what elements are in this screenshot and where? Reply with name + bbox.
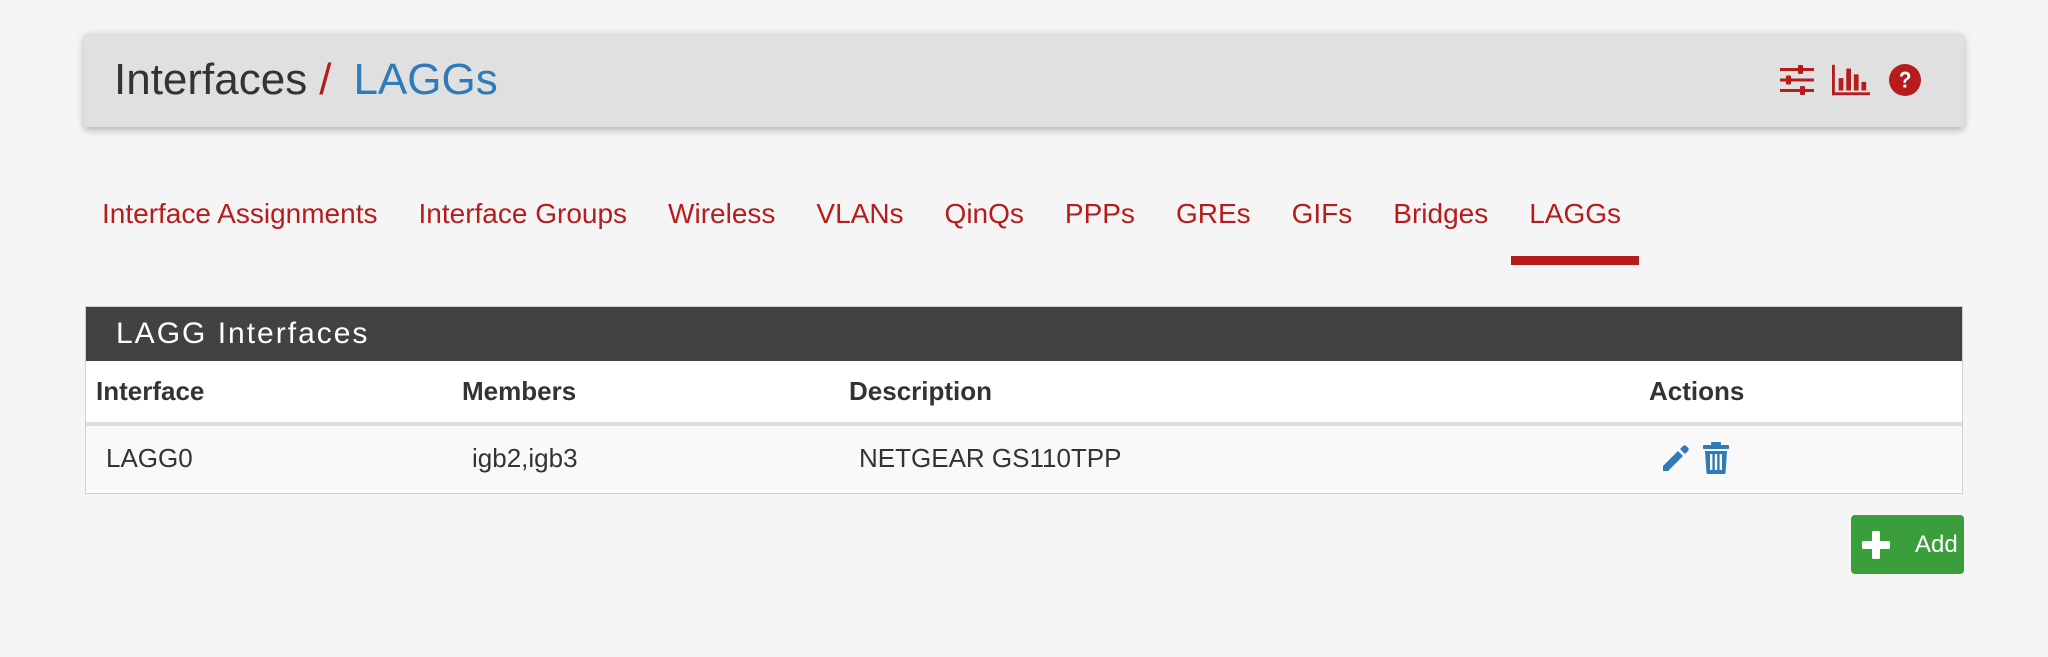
sliders-icon[interactable] [1778,61,1816,99]
cell-description: NETGEAR GS110TPP [839,424,1639,490]
column-header-description: Description [839,361,1639,426]
tab-interface-groups[interactable]: Interface Groups [400,170,645,265]
delete-icon[interactable] [1699,441,1733,475]
bar-chart-icon[interactable] [1832,61,1870,99]
tab-bar: Interface Assignments Interface Groups W… [84,170,1644,265]
column-header-actions: Actions [1639,361,1962,426]
panel-title: LAGG Interfaces [86,307,1962,361]
plus-icon [1861,530,1891,560]
lagg-interfaces-panel: LAGG Interfaces Interface Members Descri… [85,306,1963,494]
add-button-label: Add [1915,530,1958,558]
breadcrumb-current[interactable]: LAGGs [353,58,497,102]
tab-interface-assignments[interactable]: Interface Assignments [84,170,395,265]
page-header: Interfaces / LAGGs [84,33,1964,127]
edit-icon[interactable] [1659,441,1693,475]
tab-vlans[interactable]: VLANs [798,170,921,265]
tab-qinqs[interactable]: QinQs [927,170,1042,265]
column-header-interface: Interface [86,361,452,426]
breadcrumb: Interfaces / LAGGs [114,58,1778,102]
table-header-row: Interface Members Description Actions [86,361,1962,426]
tab-gres[interactable]: GREs [1158,170,1269,265]
cell-interface: LAGG0 [86,424,452,490]
cell-actions [1639,424,1962,490]
tab-laggs[interactable]: LAGGs [1511,170,1639,265]
breadcrumb-root[interactable]: Interfaces [114,58,307,102]
column-header-members: Members [452,361,839,426]
help-icon[interactable] [1886,61,1924,99]
tab-ppps[interactable]: PPPs [1047,170,1153,265]
tab-wireless[interactable]: Wireless [650,170,793,265]
header-icons [1778,61,1924,99]
lagg-table: Interface Members Description Actions LA… [86,361,1962,490]
tab-bridges[interactable]: Bridges [1375,170,1506,265]
cell-members: igb2,igb3 [452,424,839,490]
breadcrumb-separator: / [319,55,332,104]
add-button[interactable]: Add [1851,515,1964,574]
table-row: LAGG0 igb2,igb3 NETGEAR GS110TPP [86,424,1962,490]
tab-gifs[interactable]: GIFs [1274,170,1371,265]
